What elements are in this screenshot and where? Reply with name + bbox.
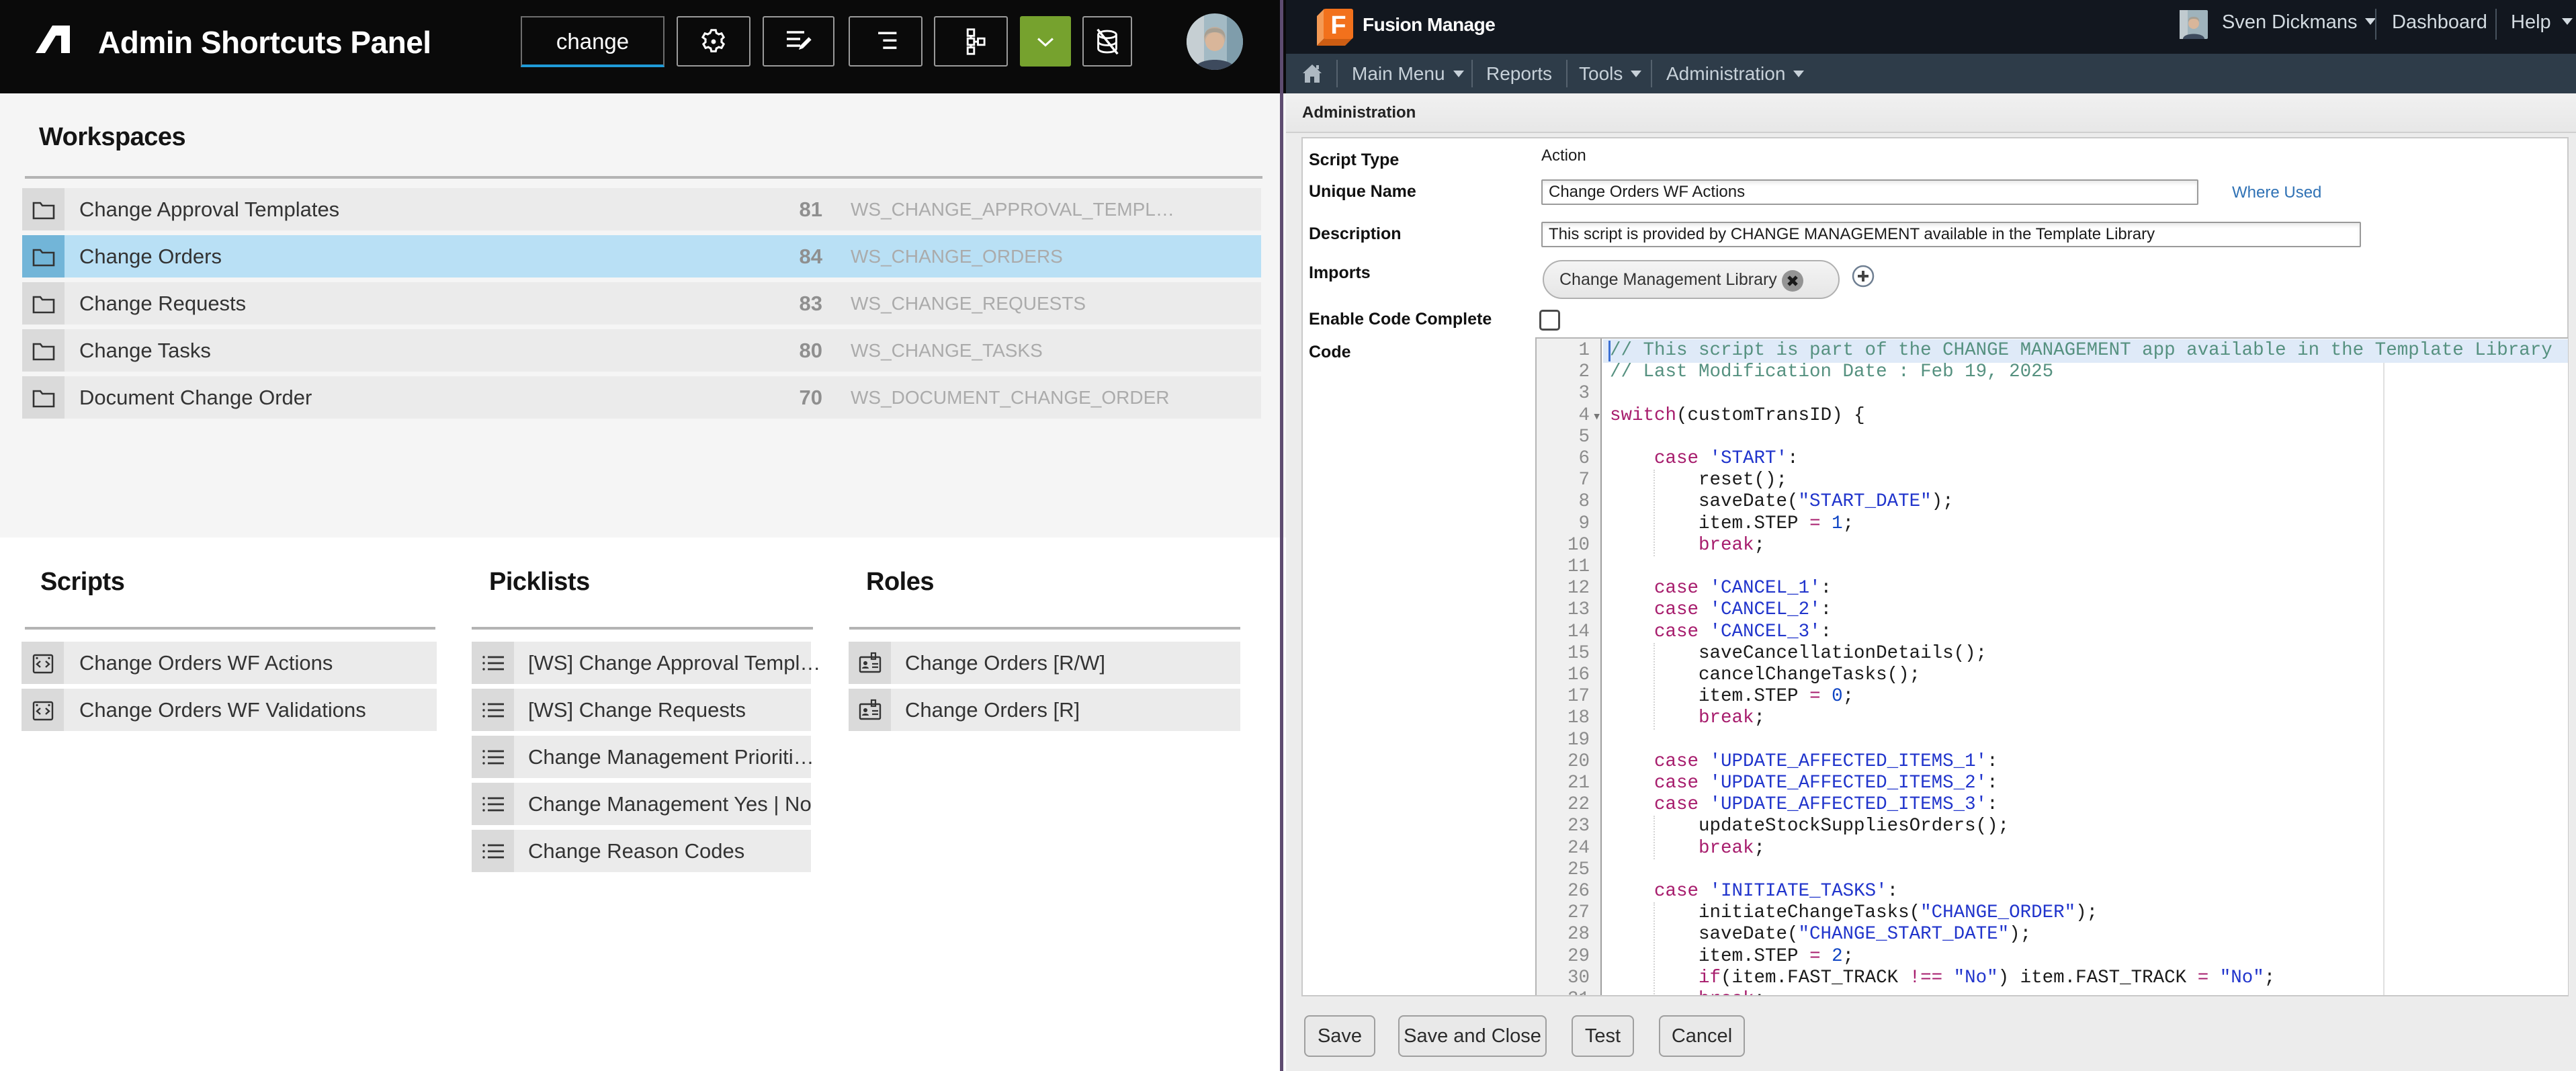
svg-text:F: F: [1330, 11, 1346, 40]
